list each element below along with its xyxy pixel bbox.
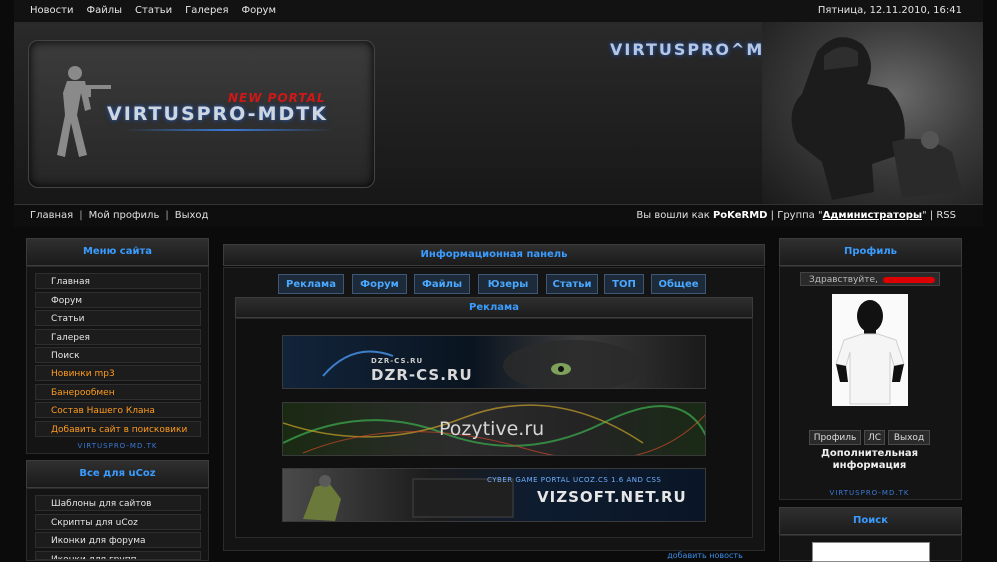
logo-box[interactable]: NEW PORTAL VIRTUSPRO-MDTK xyxy=(28,40,375,188)
ucoz-menu-header: Все для uCoz xyxy=(26,460,209,488)
subnav-profile[interactable]: Мой профиль xyxy=(89,210,160,221)
search-body xyxy=(779,535,962,562)
menu-item-home[interactable]: Главная xyxy=(35,273,201,289)
extra-info-line1: Дополнительная xyxy=(820,448,919,459)
banner1-face-icon xyxy=(322,340,643,388)
extra-info[interactable]: Дополнительная информация xyxy=(779,448,960,472)
top-bar: Новости Файлы Статьи Галерея Форум Пятни… xyxy=(14,0,983,23)
username[interactable]: PoKeRMD xyxy=(713,210,768,221)
top-nav: Новости Файлы Статьи Галерея Форум xyxy=(30,5,276,16)
tab-ads[interactable]: Реклама xyxy=(278,274,344,294)
menu-footer: VIRTUSPRO-MD.TK xyxy=(77,442,158,450)
logged-in-label: Вы вошли как xyxy=(636,210,710,221)
tab-forum[interactable]: Форум xyxy=(352,274,407,294)
group-suffix: " | xyxy=(922,210,934,221)
menu-item-articles[interactable]: Статьи xyxy=(35,310,201,326)
tab-articles[interactable]: Статьи xyxy=(546,274,598,294)
search-header: Поиск xyxy=(779,507,962,535)
group-name-link[interactable]: Администраторы xyxy=(823,210,922,221)
tab-general[interactable]: Общее xyxy=(651,274,706,294)
site-menu-body: Главная Форум Статьи Галерея Поиск Новин… xyxy=(26,266,209,454)
banner-vizsoft[interactable]: CYBER GAME PORTAL UCOZ.CS 1.6 AND CSS VI… xyxy=(282,468,706,522)
menu-item-templates[interactable]: Шаблоны для сайтов xyxy=(35,495,201,511)
greeting-box: Здравствуйте, xyxy=(800,272,940,286)
topnav-files[interactable]: Файлы xyxy=(86,5,122,16)
tab-users[interactable]: Юзеры xyxy=(478,274,538,294)
menu-item-mp3[interactable]: Новинки mp3 xyxy=(35,365,201,381)
banner3-title: VIZSOFT.NET.RU xyxy=(537,488,687,506)
redacted-name-mark xyxy=(882,276,935,283)
menu-item-banner-exchange[interactable]: Банерообмен xyxy=(35,384,201,400)
logo-title: VIRTUSPRO-MDTK xyxy=(107,103,328,125)
menu-item-forum[interactable]: Форум xyxy=(35,292,201,308)
tab-top[interactable]: ТОП xyxy=(604,274,644,294)
menu-item-forum-icons[interactable]: Иконки для форума xyxy=(35,532,201,548)
menu-item-clan[interactable]: Состав Нашего Клана xyxy=(35,402,201,418)
messages-button[interactable]: ЛС xyxy=(864,430,885,445)
topnav-articles[interactable]: Статьи xyxy=(135,5,172,16)
greeting-text: Здравствуйте, xyxy=(809,275,878,285)
extra-info-line2: информация xyxy=(832,460,907,471)
banner-pozytive[interactable]: Pozytive.ru xyxy=(282,402,706,456)
topnav-news[interactable]: Новости xyxy=(30,5,73,16)
user-nav: Главная | Мой профиль | Выход xyxy=(30,210,209,221)
info-panel-header: Информационная панель xyxy=(223,244,765,266)
header-photo xyxy=(762,22,983,204)
banner-dzr-cs[interactable]: DZR-CS.RU DZR-CS.RU xyxy=(282,335,706,389)
menu-item-add-site[interactable]: Добавить сайт в поисковики xyxy=(35,421,201,437)
menu-item-scripts[interactable]: Скрипты для uCoz xyxy=(35,514,201,530)
menu-item-search[interactable]: Поиск xyxy=(35,347,201,363)
profile-button[interactable]: Профиль xyxy=(809,430,861,445)
topnav-gallery[interactable]: Галерея xyxy=(185,5,228,16)
banner2-title: Pozytive.ru xyxy=(439,418,545,440)
site-menu-header: Меню сайта xyxy=(26,238,209,266)
profile-header: Профиль xyxy=(779,238,962,266)
group-prefix: | Группа " xyxy=(770,210,823,221)
sub-nav: Главная | Мой профиль | Выход Вы вошли как P… xyxy=(14,205,983,227)
soldier-photo-icon xyxy=(791,37,962,200)
section-title: Реклама xyxy=(235,297,753,318)
ucoz-menu-body: Шаблоны для сайтов Скрипты для uCoz Икон… xyxy=(26,488,209,561)
soldier-silhouette-icon xyxy=(57,66,111,157)
logout-button[interactable]: Выход xyxy=(888,430,930,445)
tab-files[interactable]: Файлы xyxy=(414,274,470,294)
default-avatar-icon xyxy=(832,294,908,406)
menu-item-gallery[interactable]: Галерея xyxy=(35,329,201,345)
date-time: Пятница, 12.11.2010, 16:41 xyxy=(817,5,962,16)
subnav-home[interactable]: Главная xyxy=(30,210,73,221)
login-status: Вы вошли как PoKeRMD | Группа "Администр… xyxy=(636,210,956,221)
banner3-small-text: CYBER GAME PORTAL UCOZ.CS 1.6 AND CSS xyxy=(487,476,662,484)
profile-footer: VIRTUSPRO-MD.TK xyxy=(829,489,910,497)
rss-link[interactable]: RSS xyxy=(936,210,956,221)
search-input[interactable] xyxy=(812,542,930,562)
brand-right-title: VIRTUSPRO^MD xyxy=(610,40,780,59)
site-header: NEW PORTAL VIRTUSPRO-MDTK VIRTUSPRO^MD xyxy=(14,22,983,205)
logo-underline xyxy=(124,129,334,131)
topnav-forum[interactable]: Форум xyxy=(241,5,276,16)
subnav-logout[interactable]: Выход xyxy=(175,210,209,221)
